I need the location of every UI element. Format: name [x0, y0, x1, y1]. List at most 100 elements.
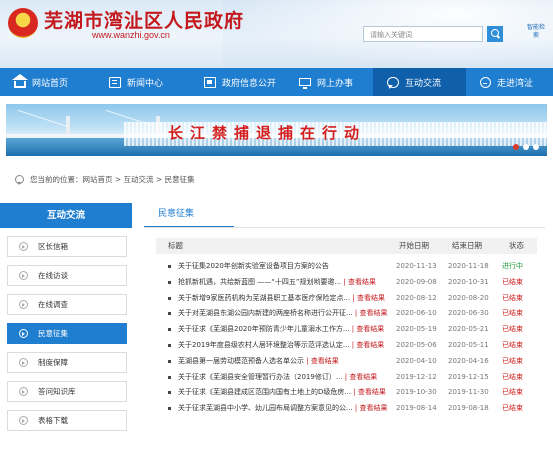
view-result-link[interactable]: 查看结果: [358, 388, 386, 396]
table-body: 关于征集2020年创新实验室设备项目方案的公告 2020-11-13 2020-11…: [156, 259, 537, 417]
carousel-dot[interactable]: [533, 144, 539, 150]
row-start-date: 2020-04-10: [396, 356, 437, 365]
sidebar-item-opinion[interactable]: 民意征集: [7, 323, 127, 344]
view-result-link[interactable]: 查看结果: [357, 294, 385, 302]
column-status: 状态: [509, 241, 524, 250]
row-title-link[interactable]: 关于2019年度县级农村人居环境整治等示范评选认定... | 查看结果: [178, 338, 395, 354]
nav-label: 网站首页: [32, 78, 69, 89]
bullet-icon: [168, 280, 171, 284]
site-header: 芜湖市湾沚区人民政府 www.wanzhi.gov.cn 请输入关键词 智能检索: [0, 0, 553, 68]
sidebar-item-label: 表格下载: [38, 416, 68, 425]
row-title-link[interactable]: 芜湖县第一届劳动模范预备人选名单公示 | 查看结果: [178, 354, 395, 370]
bullet-icon: [168, 375, 171, 379]
status-badge: 已结束: [502, 277, 523, 286]
banner-slogan: 长江禁捕退捕在行动: [168, 124, 367, 142]
view-result-link[interactable]: 查看结果: [356, 325, 384, 333]
view-result-link[interactable]: 查看结果: [360, 309, 388, 317]
table-row: 关于征求《芜湖县2020年预防青少年儿童溺水工作方... | 查看结果 2020-…: [156, 322, 537, 338]
row-end-date: 2019-12-15: [448, 372, 489, 381]
sidebar-item-mailbox[interactable]: 区长信箱: [7, 236, 127, 257]
row-start-date: 2020-08-12: [396, 293, 437, 302]
breadcrumb-text[interactable]: 您当前的位置：网站首页 > 互动交流 > 民意征集: [30, 175, 195, 184]
table-row: 关于对芜湖县东湖公园内新建的两座桥名称进行公开征... | 查看结果 2020-0…: [156, 306, 537, 322]
row-title-link[interactable]: 关于新增9家医药机构为芜湖县职工基本医疗保险定点... | 查看结果: [178, 291, 395, 307]
arrow-circle-icon: [19, 300, 28, 309]
nav-label: 互动交流: [405, 78, 442, 89]
arrow-circle-icon: [19, 242, 28, 251]
table-row: 关于征求《芜湖县建成区范围内国有土地上的D级危房... | 查看结果 2019-1…: [156, 385, 537, 401]
column-start-date: 开始日期: [399, 241, 429, 250]
row-start-date: 2020-05-19: [396, 325, 437, 334]
search-input[interactable]: 请输入关键词: [363, 26, 483, 42]
bullet-icon: [168, 265, 171, 268]
bullet-icon: [168, 312, 171, 316]
sidebar-item-label: 制度保障: [38, 358, 68, 367]
tab-opinion[interactable]: 民意征集: [144, 203, 234, 228]
status-badge: 已结束: [502, 388, 523, 397]
carousel-dot[interactable]: [523, 144, 529, 150]
nav-interaction[interactable]: 互动交流: [373, 68, 466, 96]
nav-home[interactable]: 网站首页: [0, 68, 95, 96]
row-start-date: 2019-10-30: [396, 388, 437, 397]
status-badge: 已结束: [502, 372, 523, 381]
view-result-link[interactable]: 查看结果: [360, 404, 388, 412]
sidebar-item-survey[interactable]: 在线调查: [7, 294, 127, 315]
row-title-text: 关于征求《芜湖县安全管理暂行办法（2019修订）...: [178, 372, 343, 381]
status-badge: 已结束: [502, 309, 523, 318]
table-row: 关于征求芜湖县中小学、幼儿园布局调整方案意见的公... | 查看结果 2019-0…: [156, 401, 537, 417]
status-badge: 已结束: [502, 404, 523, 413]
monitor-icon: [299, 78, 311, 89]
nav-gov-info[interactable]: 政府信息公开: [190, 68, 285, 96]
row-title-link[interactable]: 关于征求《芜湖县建成区范围内国有土地上的D级危房... | 查看结果: [178, 385, 395, 401]
nav-news[interactable]: 新闻中心: [95, 68, 190, 96]
site-title[interactable]: 芜湖市湾沚区人民政府: [44, 6, 244, 33]
view-result-link[interactable]: 查看结果: [356, 341, 384, 349]
row-end-date: 2019-11-30: [448, 388, 489, 397]
chat-icon: [387, 76, 399, 89]
sidebar-item-faq[interactable]: 答问知识库: [7, 381, 127, 402]
row-end-date: 2020-10-31: [448, 277, 489, 286]
separator: |: [304, 356, 311, 365]
sidebar-item-forms[interactable]: 表格下载: [7, 410, 127, 431]
arrow-circle-icon: [19, 416, 28, 425]
sidebar-item-label: 在线访谈: [38, 271, 68, 280]
sidebar: 互动交流 区长信箱 在线访谈 在线调查 民意征集 制度保障 答问知识库 表格下载: [0, 203, 132, 453]
search-icon[interactable]: [487, 26, 503, 42]
smart-search-link[interactable]: 智能检索: [527, 24, 545, 40]
sidebar-item-system[interactable]: 制度保障: [7, 352, 127, 373]
home-icon: [12, 73, 28, 88]
row-title-text: 关于征求芜湖县中小学、幼儿园布局调整方案意见的公...: [178, 404, 353, 413]
table-row: 芜湖县第一届劳动模范预备人选名单公示 | 查看结果 2020-04-10 2020-…: [156, 354, 537, 370]
arrow-circle-icon: [19, 387, 28, 396]
row-title-link[interactable]: 关于征集2020年创新实验室设备项目方案的公告: [178, 259, 395, 275]
row-start-date: 2020-06-10: [396, 309, 437, 318]
row-title-link[interactable]: 关于征求《芜湖县安全管理暂行办法（2019修订）... | 查看结果: [178, 370, 395, 386]
banner[interactable]: 长江禁捕退捕在行动: [6, 104, 547, 156]
column-end-date: 结束日期: [452, 241, 482, 250]
row-start-date: 2019-08-14: [396, 404, 437, 413]
view-result-link[interactable]: 查看结果: [348, 278, 376, 286]
location-pin-icon: [14, 175, 24, 185]
row-end-date: 2020-11-18: [448, 262, 489, 270]
status-badge: 已结束: [502, 356, 523, 365]
carousel-dots: [513, 144, 539, 150]
sidebar-item-interview[interactable]: 在线访谈: [7, 265, 127, 286]
nav-online-service[interactable]: 网上办事: [285, 68, 373, 96]
row-start-date: 2020-05-06: [396, 340, 437, 349]
document-icon: [204, 76, 216, 88]
row-title-link[interactable]: 抢抓新机遇，共绘新蓝图 ——“十四五”规划哟要邀... | 查看结果: [178, 275, 395, 291]
carousel-dot[interactable]: [513, 144, 519, 150]
nav-label: 走进湾沚: [497, 78, 534, 89]
bullet-icon: [168, 343, 171, 347]
row-title-text: 关于2019年度县级农村人居环境整治等示范评选认定...: [178, 340, 350, 349]
separator: |: [352, 404, 360, 413]
row-title-link[interactable]: 关于对芜湖县东湖公园内新建的两座桥名称进行公开征... | 查看结果: [178, 306, 395, 322]
row-title-link[interactable]: 关于征求芜湖县中小学、幼儿园布局调整方案意见的公... | 查看结果: [178, 401, 395, 417]
bullet-icon: [168, 391, 171, 395]
main-nav: 网站首页 新闻中心 政府信息公开 网上办事 互动交流 走进湾沚: [0, 68, 553, 96]
view-result-link[interactable]: 查看结果: [349, 373, 377, 381]
row-title-link[interactable]: 关于征求《芜湖县2020年预防青少年儿童溺水工作方... | 查看结果: [178, 322, 395, 338]
nav-about-wanzhi[interactable]: 走进湾沚: [466, 68, 553, 96]
site-url: www.wanzhi.gov.cn: [92, 30, 170, 40]
view-result-link[interactable]: 查看结果: [311, 357, 339, 365]
